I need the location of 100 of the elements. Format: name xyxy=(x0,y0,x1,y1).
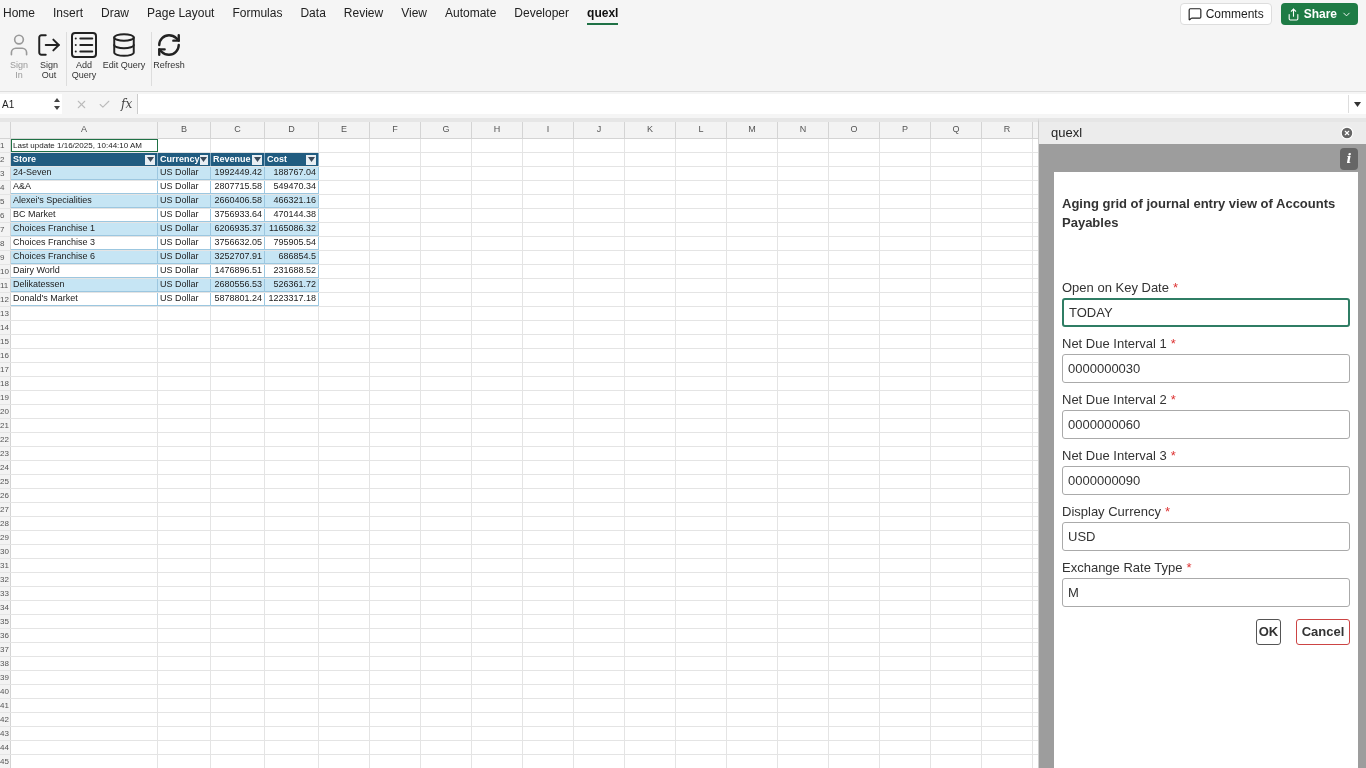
column-header[interactable]: D xyxy=(265,122,319,138)
column-header[interactable]: E xyxy=(319,122,370,138)
row-number[interactable]: 12 xyxy=(0,293,11,306)
row-number[interactable]: 19 xyxy=(0,391,11,404)
row-number[interactable]: 5 xyxy=(0,195,11,208)
text-field[interactable]: TODAY xyxy=(1062,298,1350,327)
ribbon-tab[interactable]: Formulas xyxy=(232,3,283,25)
row-number[interactable]: 45 xyxy=(0,755,11,768)
filter-dropdown-icon[interactable] xyxy=(199,154,208,165)
row-number[interactable]: 44 xyxy=(0,741,11,754)
text-field[interactable]: 0000000090 xyxy=(1062,466,1350,495)
row-number[interactable]: 24 xyxy=(0,461,11,474)
row-number[interactable]: 4 xyxy=(0,181,11,194)
column-header[interactable]: P xyxy=(880,122,931,138)
row-number[interactable]: 3 xyxy=(0,167,11,180)
ribbon-tab[interactable]: Draw xyxy=(101,3,130,25)
column-header[interactable]: I xyxy=(523,122,574,138)
row-number[interactable]: 1 xyxy=(0,139,11,152)
row-number[interactable]: 15 xyxy=(0,335,11,348)
row-number[interactable]: 34 xyxy=(0,601,11,614)
cancel-button[interactable]: Cancel xyxy=(1296,619,1350,645)
row-number[interactable]: 9 xyxy=(0,251,11,264)
info-button[interactable]: i xyxy=(1340,148,1358,170)
column-header[interactable]: C xyxy=(211,122,265,138)
column-header[interactable]: Q xyxy=(931,122,982,138)
row-number[interactable]: 20 xyxy=(0,405,11,418)
text-field[interactable]: USD xyxy=(1062,522,1350,551)
column-header[interactable]: B xyxy=(158,122,211,138)
comments-button[interactable]: Comments xyxy=(1179,3,1272,25)
filter-dropdown-icon[interactable] xyxy=(145,154,155,165)
formula-field[interactable] xyxy=(137,94,1366,114)
ribbon-button[interactable]: Add Query xyxy=(69,32,99,80)
row-number[interactable]: 31 xyxy=(0,559,11,572)
row-number[interactable]: 22 xyxy=(0,433,11,446)
row-number[interactable]: 37 xyxy=(0,643,11,656)
row-number[interactable]: 23 xyxy=(0,447,11,460)
text-field[interactable]: M xyxy=(1062,578,1350,607)
column-header[interactable]: L xyxy=(676,122,727,138)
row-number[interactable]: 14 xyxy=(0,321,11,334)
column-header[interactable]: M xyxy=(727,122,778,138)
column-header[interactable]: G xyxy=(421,122,472,138)
row-number[interactable]: 11 xyxy=(0,279,11,292)
column-header[interactable]: J xyxy=(574,122,625,138)
row-number[interactable]: 29 xyxy=(0,531,11,544)
row-number[interactable]: 33 xyxy=(0,587,11,600)
row-number[interactable]: 42 xyxy=(0,713,11,726)
row-number[interactable]: 36 xyxy=(0,629,11,642)
table-header-cell[interactable]: Store xyxy=(11,153,158,166)
table-header-cell[interactable]: Cost xyxy=(265,153,319,166)
row-number[interactable]: 17 xyxy=(0,363,11,376)
column-header[interactable]: O xyxy=(829,122,880,138)
ribbon-button[interactable]: Sign Out xyxy=(34,32,64,80)
column-header[interactable]: A xyxy=(11,122,158,138)
row-number[interactable]: 40 xyxy=(0,685,11,698)
row-number[interactable]: 6 xyxy=(0,209,11,222)
row-number[interactable]: 13 xyxy=(0,307,11,320)
ribbon-button[interactable]: Edit Query xyxy=(99,32,149,70)
filter-dropdown-icon[interactable] xyxy=(252,154,262,165)
column-header[interactable]: F xyxy=(370,122,421,138)
ribbon-tab[interactable]: Insert xyxy=(53,3,84,25)
spinner-icon[interactable] xyxy=(54,98,60,110)
column-header[interactable]: H xyxy=(472,122,523,138)
ribbon-tab[interactable]: quexl xyxy=(587,3,619,25)
row-number[interactable]: 43 xyxy=(0,727,11,740)
filter-dropdown-icon[interactable] xyxy=(306,154,316,165)
row-number[interactable]: 30 xyxy=(0,545,11,558)
table-header-cell[interactable]: Revenue xyxy=(211,153,265,166)
row-number[interactable]: 7 xyxy=(0,223,11,236)
row-number[interactable]: 16 xyxy=(0,349,11,362)
row-number[interactable]: 21 xyxy=(0,419,11,432)
ribbon-tab[interactable]: Home xyxy=(3,3,35,25)
column-header[interactable]: N xyxy=(778,122,829,138)
ribbon-tab[interactable]: Data xyxy=(300,3,326,25)
column-header[interactable]: K xyxy=(625,122,676,138)
row-number[interactable]: 26 xyxy=(0,489,11,502)
row-number[interactable]: 39 xyxy=(0,671,11,684)
ribbon-tab[interactable]: Automate xyxy=(444,3,497,25)
row-number[interactable]: 28 xyxy=(0,517,11,530)
row-number[interactable]: 2 xyxy=(0,153,11,166)
ribbon-tab[interactable]: Review xyxy=(343,3,384,25)
ribbon-tab[interactable]: View xyxy=(401,3,427,25)
ribbon-tab[interactable]: Page Layout xyxy=(147,3,215,25)
text-field[interactable]: 0000000060 xyxy=(1062,410,1350,439)
row-number[interactable]: 18 xyxy=(0,377,11,390)
share-button[interactable]: Share xyxy=(1280,3,1358,25)
table-header-cell[interactable]: Currency xyxy=(158,153,211,166)
text-field[interactable]: 0000000030 xyxy=(1062,354,1350,383)
row-number[interactable]: 32 xyxy=(0,573,11,586)
row-number[interactable]: 35 xyxy=(0,615,11,628)
row-number[interactable]: 8 xyxy=(0,237,11,250)
row-number[interactable]: 38 xyxy=(0,657,11,670)
column-header[interactable]: R xyxy=(982,122,1033,138)
row-number[interactable]: 27 xyxy=(0,503,11,516)
ribbon-tab[interactable]: Developer xyxy=(514,3,570,25)
ribbon-button[interactable]: Refresh xyxy=(154,32,184,70)
name-box[interactable]: A1 xyxy=(2,96,15,112)
function-label[interactable]: fx xyxy=(121,95,133,113)
row-number[interactable]: 25 xyxy=(0,475,11,488)
close-icon[interactable] xyxy=(1340,126,1354,140)
row-number[interactable]: 41 xyxy=(0,699,11,712)
